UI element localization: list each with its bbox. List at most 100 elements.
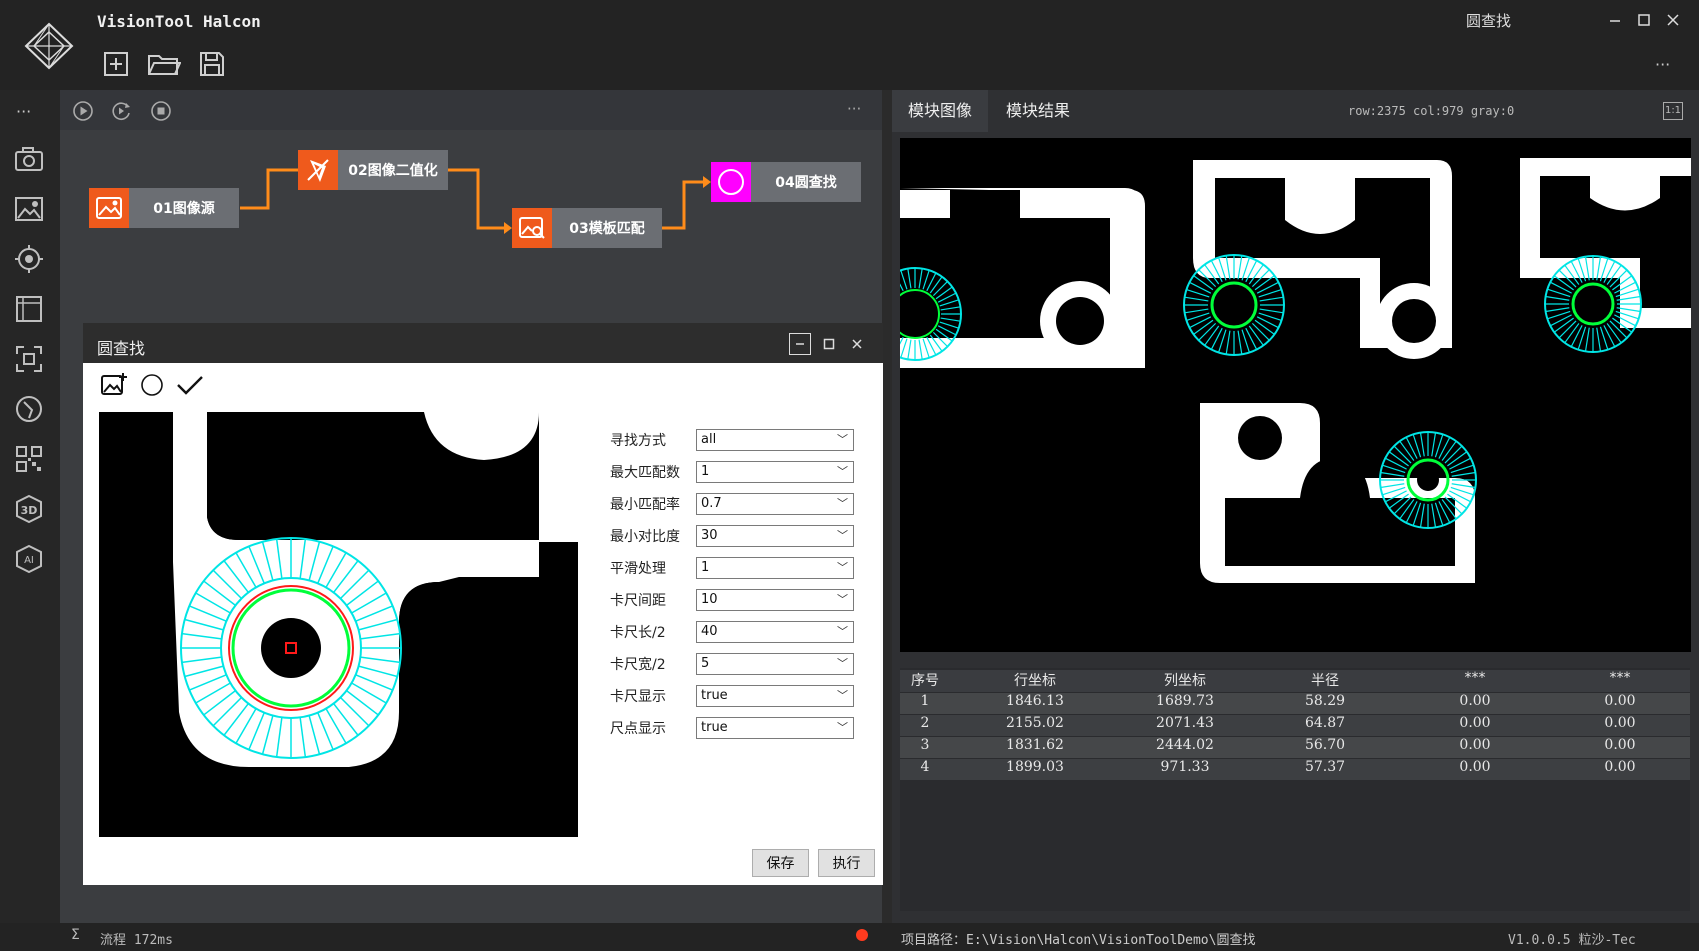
caliper-overlay-2 [1183, 254, 1285, 356]
table-row[interactable]: 2 2155.02 2071.43 64.87 0.00 0.00 [900, 715, 1690, 736]
param-select-smoothing[interactable]: 1 ﹀ [696, 557, 854, 579]
zoom-1to1-button[interactable]: 1:1 [1663, 102, 1683, 120]
tab-module-image[interactable]: 模块图像 [892, 90, 989, 132]
dialog-title: 圆查找 [97, 339, 146, 358]
table-cell: 0.00 [1604, 715, 1636, 731]
chevron-down-icon: ﹀ [837, 529, 848, 542]
status-bar [0, 923, 1699, 951]
param-select-point-display[interactable]: true ﹀ [696, 717, 854, 739]
table-cell: 0.00 [1459, 715, 1491, 731]
title-more-button[interactable]: ··· [1655, 55, 1670, 74]
image-add-icon [101, 373, 127, 395]
close-window-button[interactable] [1662, 10, 1684, 30]
dialog-image-preview[interactable] [99, 412, 578, 837]
roi-frame-icon [16, 346, 42, 372]
table-header-row: 序号 行坐标 列坐标 半径 *** *** [900, 670, 1690, 692]
module-image-view[interactable] [900, 138, 1691, 652]
param-value: 1 [701, 464, 710, 479]
close-icon [852, 339, 862, 349]
chevron-down-icon: ﹀ [837, 657, 848, 670]
minimize-window-button[interactable] [1604, 10, 1626, 30]
param-select-search-mode[interactable]: all ﹀ [696, 429, 854, 451]
table-cell: 1831.62 [1006, 737, 1064, 753]
compass-icon [16, 396, 42, 422]
flow-node-image-source[interactable]: 01图像源 [89, 188, 239, 228]
param-value: 1 [701, 560, 710, 575]
table-row[interactable]: 1 1846.13 1689.73 58.29 0.00 0.00 [900, 693, 1690, 714]
table-cell: 4 [920, 759, 930, 775]
flow-node-template-match[interactable]: 03模板匹配 [512, 208, 662, 248]
table-cell: 57.37 [1304, 759, 1346, 775]
param-label: 卡尺显示 [610, 689, 666, 705]
qr-code-icon [16, 446, 42, 472]
table-cell: 0.00 [1604, 693, 1636, 709]
param-select-caliper-half-width[interactable]: 5 ﹀ [696, 653, 854, 675]
table-cell: 0.00 [1459, 693, 1491, 709]
table-header-cell: *** [1609, 670, 1631, 686]
flow-node-binarize[interactable]: 02图像二值化 [298, 150, 448, 190]
caliper-overlay-3 [1544, 255, 1642, 353]
param-value: all [701, 432, 717, 447]
circle-icon [141, 374, 163, 396]
param-label: 卡尺宽/2 [610, 657, 666, 673]
table-cell: 2071.43 [1156, 715, 1214, 731]
param-label: 寻找方式 [610, 433, 666, 449]
flow-node-label: 04圆查找 [775, 175, 837, 191]
sidebar-item-calibration[interactable] [12, 392, 46, 426]
param-select-caliper-half-length[interactable]: 40 ﹀ [696, 621, 854, 643]
param-value: 0.7 [701, 496, 722, 511]
table-cell: 3 [920, 737, 930, 753]
param-select-max-matches[interactable]: 1 ﹀ [696, 461, 854, 483]
dialog-maximize-button[interactable] [818, 333, 840, 355]
param-value: 10 [701, 592, 718, 607]
table-row[interactable]: 4 1899.03 971.33 57.37 0.00 0.00 [900, 759, 1690, 780]
chevron-down-icon: ﹀ [837, 497, 848, 510]
table-row[interactable]: 3 1831.62 2444.02 56.70 0.00 0.00 [900, 737, 1690, 758]
project-path: 项目路径：E:\Vision\Halcon\VisionToolDemo\圆查找 [901, 933, 1256, 948]
flow-node-label: 01图像源 [153, 201, 215, 217]
image-search-icon [512, 208, 552, 248]
maximize-window-button[interactable] [1633, 10, 1655, 30]
save-button[interactable]: 保存 [752, 849, 809, 877]
param-label: 平滑处理 [610, 561, 666, 577]
flow-node-circle-find[interactable]: 04圆查找 [711, 162, 861, 202]
table-cell: 971.33 [1160, 759, 1210, 775]
param-select-min-contrast[interactable]: 30 ﹀ [696, 525, 854, 547]
param-label: 最大匹配数 [610, 465, 680, 481]
binarize-tool-icon [298, 150, 338, 190]
param-value: 40 [701, 624, 718, 639]
param-label: 尺点显示 [610, 721, 666, 737]
param-select-caliper-display[interactable]: true ﹀ [696, 685, 854, 707]
sidebar-item-ai[interactable]: AI [12, 542, 46, 576]
image-icon [89, 188, 129, 228]
param-select-min-score[interactable]: 0.7 ﹀ [696, 493, 854, 515]
chevron-down-icon: ﹀ [837, 625, 848, 638]
chevron-down-icon: ﹀ [837, 465, 848, 478]
param-select-caliper-spacing[interactable]: 10 ﹀ [696, 589, 854, 611]
dialog-close-button[interactable] [846, 333, 868, 355]
table-cell: 2444.02 [1156, 737, 1214, 753]
status-indicator-dot [856, 929, 868, 941]
table-cell: 58.29 [1304, 693, 1346, 709]
load-image-button[interactable] [99, 370, 129, 400]
table-cell: 0.00 [1604, 737, 1636, 753]
chevron-down-icon: ﹀ [837, 433, 848, 446]
close-icon [1667, 14, 1679, 26]
table-cell: 1689.73 [1156, 693, 1214, 709]
minimize-icon [796, 343, 804, 345]
param-label: 最小匹配率 [610, 497, 680, 513]
flow-node-label: 02图像二值化 [348, 163, 438, 179]
dialog-minimize-button[interactable] [789, 333, 811, 355]
table-cell: 1846.13 [1006, 693, 1064, 709]
tab-module-result[interactable]: 模块结果 [990, 90, 1086, 132]
table-header-cell: 行坐标 [1014, 673, 1056, 689]
minimize-icon [1610, 20, 1620, 22]
param-value: 30 [701, 528, 718, 543]
confirm-roi-button[interactable] [175, 370, 205, 400]
sidebar-item-roi[interactable] [12, 342, 46, 376]
process-time: 流程 172ms [100, 933, 173, 948]
sidebar-item-barcode[interactable] [12, 442, 46, 476]
run-button[interactable]: 执行 [818, 849, 875, 877]
sidebar-item-3d[interactable]: 3D [12, 492, 46, 526]
draw-circle-roi-button[interactable] [137, 370, 167, 400]
